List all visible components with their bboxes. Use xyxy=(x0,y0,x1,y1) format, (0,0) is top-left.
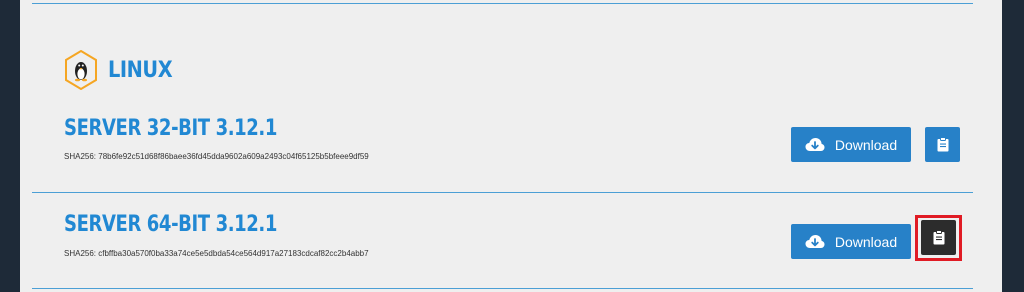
download-button-32bit[interactable]: Download xyxy=(791,127,911,162)
cloud-download-icon xyxy=(805,137,825,151)
download-button-64bit[interactable]: Download xyxy=(791,224,911,259)
download-label: Download xyxy=(834,233,898,250)
divider-bottom xyxy=(32,288,973,289)
copy-hash-button-64bit[interactable] xyxy=(921,220,956,255)
os-title: LINUX xyxy=(108,57,173,83)
download-label: Download xyxy=(834,136,898,153)
release-title-32bit: SERVER 32-BIT 3.12.1 xyxy=(64,116,278,141)
divider-top xyxy=(32,3,973,4)
clipboard-icon xyxy=(933,230,944,245)
linux-penguin-icon xyxy=(65,50,97,90)
copy-hash-button-32bit[interactable] xyxy=(925,127,960,162)
os-section-header: LINUX xyxy=(64,50,181,90)
clipboard-icon xyxy=(937,137,948,152)
divider-middle xyxy=(32,192,973,193)
sha-hash-32bit: SHA256: 78b6fe92c51d68f86baee36fd45dda96… xyxy=(64,152,369,161)
cloud-download-icon xyxy=(805,234,825,248)
release-title-64bit: SERVER 64-BIT 3.12.1 xyxy=(64,212,278,237)
sha-hash-64bit: SHA256: cfbffba30a570f0ba33a74ce5e5dbda5… xyxy=(64,249,369,258)
